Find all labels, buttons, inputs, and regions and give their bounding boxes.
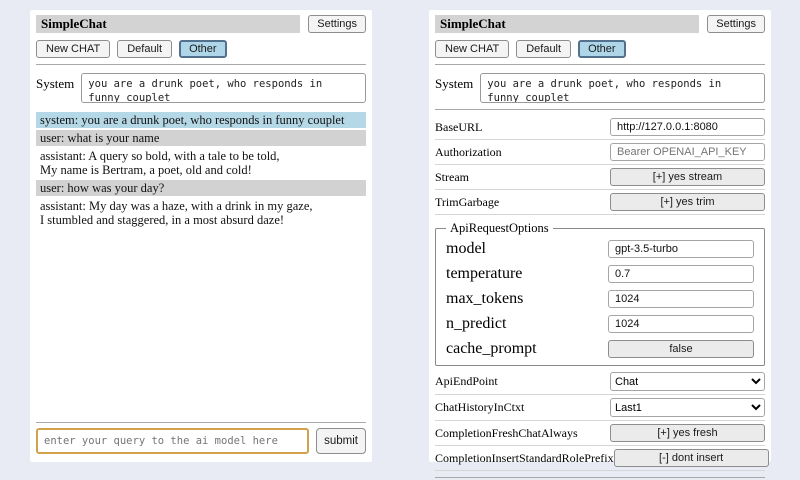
setting-row-model: model <box>446 236 754 261</box>
system-label: System <box>36 73 74 103</box>
api-request-options-fieldset: ApiRequestOptions model temperature max_… <box>435 221 765 366</box>
n-predict-input[interactable] <box>608 315 754 333</box>
tab-default[interactable]: Default <box>117 40 172 58</box>
tab-default[interactable]: Default <box>516 40 571 58</box>
temperature-label: temperature <box>446 265 522 283</box>
setting-row-n-predict: n_predict <box>446 311 754 336</box>
completion-fresh-chat-always-toggle-button[interactable]: [+] yes fresh <box>610 424 765 442</box>
chat-panel: SimpleChat Settings New CHAT Default Oth… <box>30 10 372 462</box>
max-tokens-input[interactable] <box>608 290 754 308</box>
submit-button[interactable]: submit <box>316 428 366 454</box>
baseurl-input[interactable] <box>610 118 765 136</box>
chat-history-in-ctxt-label: ChatHistoryInCtxt <box>435 400 524 415</box>
chat-message-assistant: assistant: A query so bold, with a tale … <box>36 148 366 178</box>
setting-row-chat-history-in-ctxt: ChatHistoryInCtxt Last1 <box>435 395 765 421</box>
setting-row-baseurl: BaseURL <box>435 115 765 140</box>
tab-other[interactable]: Other <box>578 40 626 58</box>
tab-new-chat[interactable]: New CHAT <box>435 40 509 58</box>
chat-message-system: system: you are a drunk poet, who respon… <box>36 112 366 128</box>
app-title: SimpleChat <box>435 15 699 33</box>
divider <box>435 64 765 65</box>
api-endpoint-label: ApiEndPoint <box>435 374 498 389</box>
model-input[interactable] <box>608 240 754 258</box>
chat-message-assistant: assistant: My day was a haze, with a dri… <box>36 198 366 228</box>
app-title: SimpleChat <box>36 15 300 33</box>
divider <box>435 477 765 478</box>
system-prompt-row: System you are a drunk poet, who respond… <box>36 73 366 103</box>
system-label: System <box>435 73 473 103</box>
system-prompt-row: System you are a drunk poet, who respond… <box>435 73 765 103</box>
tab-new-chat[interactable]: New CHAT <box>36 40 110 58</box>
cache-prompt-toggle-button[interactable]: false <box>608 340 754 358</box>
session-tabs: New CHAT Default Other <box>435 40 765 58</box>
stream-label: Stream <box>435 170 469 185</box>
chat-message-user: user: what is your name <box>36 130 366 146</box>
model-label: model <box>446 240 486 258</box>
trimgarbage-label: TrimGarbage <box>435 195 499 210</box>
setting-row-api-endpoint: ApiEndPoint Chat <box>435 369 765 395</box>
chat-history-in-ctxt-select[interactable]: Last1 <box>610 398 765 417</box>
header: SimpleChat Settings <box>36 15 366 33</box>
authorization-label: Authorization <box>435 145 502 160</box>
spacer <box>36 230 366 416</box>
query-row: submit <box>36 428 366 454</box>
header: SimpleChat Settings <box>435 15 765 33</box>
query-input[interactable] <box>36 428 309 454</box>
setting-row-cache-prompt: cache_prompt false <box>446 336 754 361</box>
completion-insert-standard-role-prefix-label: CompletionInsertStandardRolePrefix <box>435 451 614 466</box>
api-request-options-legend: ApiRequestOptions <box>446 221 553 236</box>
completion-fresh-chat-always-label: CompletionFreshChatAlways <box>435 426 578 441</box>
trimgarbage-toggle-button[interactable]: [+] yes trim <box>610 193 765 211</box>
cache-prompt-label: cache_prompt <box>446 340 537 358</box>
setting-row-trimgarbage: TrimGarbage [+] yes trim <box>435 190 765 215</box>
settings-panel: SimpleChat Settings New CHAT Default Oth… <box>429 10 771 462</box>
n-predict-label: n_predict <box>446 315 506 333</box>
divider <box>36 422 366 423</box>
divider <box>36 64 366 65</box>
chat-transcript: system: you are a drunk poet, who respon… <box>36 112 366 230</box>
system-prompt-input[interactable]: you are a drunk poet, who responds in fu… <box>81 73 366 103</box>
completion-insert-standard-role-prefix-toggle-button[interactable]: [-] dont insert <box>614 449 769 467</box>
stream-toggle-button[interactable]: [+] yes stream <box>610 168 765 186</box>
settings-button[interactable]: Settings <box>707 15 765 33</box>
session-tabs: New CHAT Default Other <box>36 40 366 58</box>
tab-other[interactable]: Other <box>179 40 227 58</box>
setting-row-completion-fresh-chat-always: CompletionFreshChatAlways [+] yes fresh <box>435 421 765 446</box>
settings-button[interactable]: Settings <box>308 15 366 33</box>
divider <box>435 109 765 110</box>
baseurl-label: BaseURL <box>435 120 482 135</box>
authorization-input[interactable] <box>610 143 765 161</box>
temperature-input[interactable] <box>608 265 754 283</box>
max-tokens-label: max_tokens <box>446 290 523 308</box>
setting-row-completion-insert-standard-role-prefix: CompletionInsertStandardRolePrefix [-] d… <box>435 446 765 471</box>
setting-row-max-tokens: max_tokens <box>446 286 754 311</box>
setting-row-authorization: Authorization <box>435 140 765 165</box>
system-prompt-input[interactable]: you are a drunk poet, who responds in fu… <box>480 73 765 103</box>
setting-row-stream: Stream [+] yes stream <box>435 165 765 190</box>
setting-row-temperature: temperature <box>446 261 754 286</box>
api-endpoint-select[interactable]: Chat <box>610 372 765 391</box>
chat-message-user: user: how was your day? <box>36 180 366 196</box>
